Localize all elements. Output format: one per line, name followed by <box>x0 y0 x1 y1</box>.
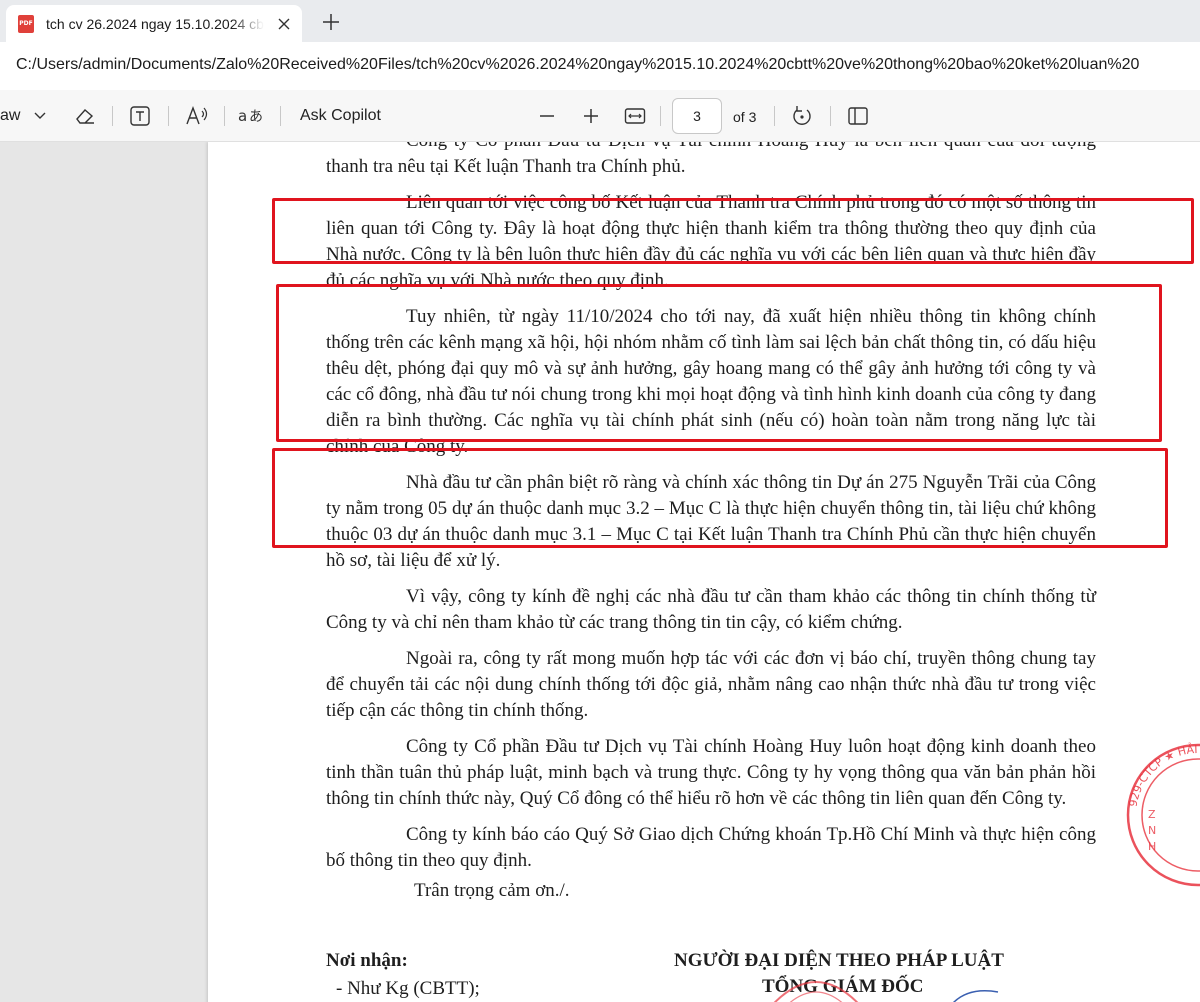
tab-strip: PDF tch cv 26.2024 ngay 15.10.2024 cbtt … <box>0 0 1200 42</box>
plus-icon <box>323 14 339 30</box>
toolbar-separator <box>280 106 281 126</box>
paragraph-8: Công ty kính báo cáo Quý Sở Giao dịch Ch… <box>326 824 1096 871</box>
address-bar[interactable]: C:/Users/admin/Documents/Zalo%20Received… <box>0 42 1200 90</box>
toolbar-separator <box>774 106 775 126</box>
svg-text:N: N <box>1148 824 1156 837</box>
pdf-viewer[interactable]: Công ty Cổ phần Đầu tư Dịch vụ Tài chính… <box>0 142 1200 1002</box>
toolbar-separator <box>112 106 113 126</box>
draw-button-label[interactable]: aw <box>0 107 20 125</box>
pdf-file-icon: PDF <box>18 14 34 33</box>
text-box-icon[interactable] <box>127 104 153 128</box>
highlight-box-3 <box>272 448 1168 548</box>
url-text[interactable]: C:/Users/admin/Documents/Zalo%20Received… <box>16 56 1200 74</box>
highlight-box-1 <box>272 198 1194 264</box>
pdf-page: Công ty Cổ phần Đầu tư Dịch vụ Tài chính… <box>208 142 1200 1002</box>
paragraph-1: Công ty Cổ phần Đầu tư Dịch vụ Tài chính… <box>326 142 1096 177</box>
paragraph-7: Công ty Cổ phần Đầu tư Dịch vụ Tài chính… <box>326 736 1096 809</box>
page-total-label: of 3 <box>733 109 757 125</box>
signature-stroke <box>953 990 999 1002</box>
eraser-icon[interactable] <box>72 104 98 128</box>
zoom-in-icon[interactable] <box>579 104 603 128</box>
svg-text:Z: Z <box>1148 808 1156 821</box>
closing-line: Trân trọng cảm ơn./. <box>414 880 570 901</box>
read-aloud-icon[interactable] <box>182 104 212 128</box>
toolbar-separator <box>224 106 225 126</box>
company-seal-stamp: 929-CTCP ★ HẢI PHÒNG Z N H <box>1127 742 1200 887</box>
tab-title: tch cv 26.2024 ngay 15.10.2024 cbtt ve t… <box>46 15 264 32</box>
svg-text:929-CTCP ★ HẢI PHÒNG: 929-CTCP ★ HẢI PHÒNG <box>1127 742 1200 808</box>
ask-copilot-button[interactable]: Ask Copilot <box>300 107 381 125</box>
toolbar-separator <box>830 106 831 126</box>
zoom-out-icon[interactable] <box>535 104 559 128</box>
pdf-toolbar: aw aあ Ask Copilot 3 of 3 <box>0 90 1200 142</box>
highlight-box-2 <box>276 284 1162 442</box>
svg-text:あ: あ <box>249 109 263 125</box>
recipient-item: - Như Kg (CBTT); <box>336 978 480 999</box>
close-icon[interactable] <box>274 14 294 34</box>
paragraph-6: Ngoài ra, công ty rất mong muốn hợp tác … <box>326 648 1096 721</box>
browser-tab[interactable]: PDF tch cv 26.2024 ngay 15.10.2024 cbtt … <box>6 5 302 42</box>
svg-text:a: a <box>238 107 247 125</box>
paragraph-5: Vì vậy, công ty kính đề nghị các nhà đầu… <box>326 586 1096 633</box>
toolbar-separator <box>168 106 169 126</box>
fit-width-icon[interactable] <box>622 104 648 128</box>
translate-icon[interactable]: aあ <box>236 104 266 128</box>
signature-seal-partial <box>773 981 859 1002</box>
svg-text:H: H <box>1148 840 1156 853</box>
page-view-icon[interactable] <box>845 104 871 128</box>
new-tab-button[interactable] <box>318 9 344 35</box>
chevron-down-icon[interactable] <box>30 106 50 126</box>
recipients-heading: Nơi nhận: <box>326 950 408 971</box>
rotate-icon[interactable] <box>789 104 815 128</box>
toolbar-separator <box>660 106 661 126</box>
page-number-input[interactable]: 3 <box>672 98 722 134</box>
